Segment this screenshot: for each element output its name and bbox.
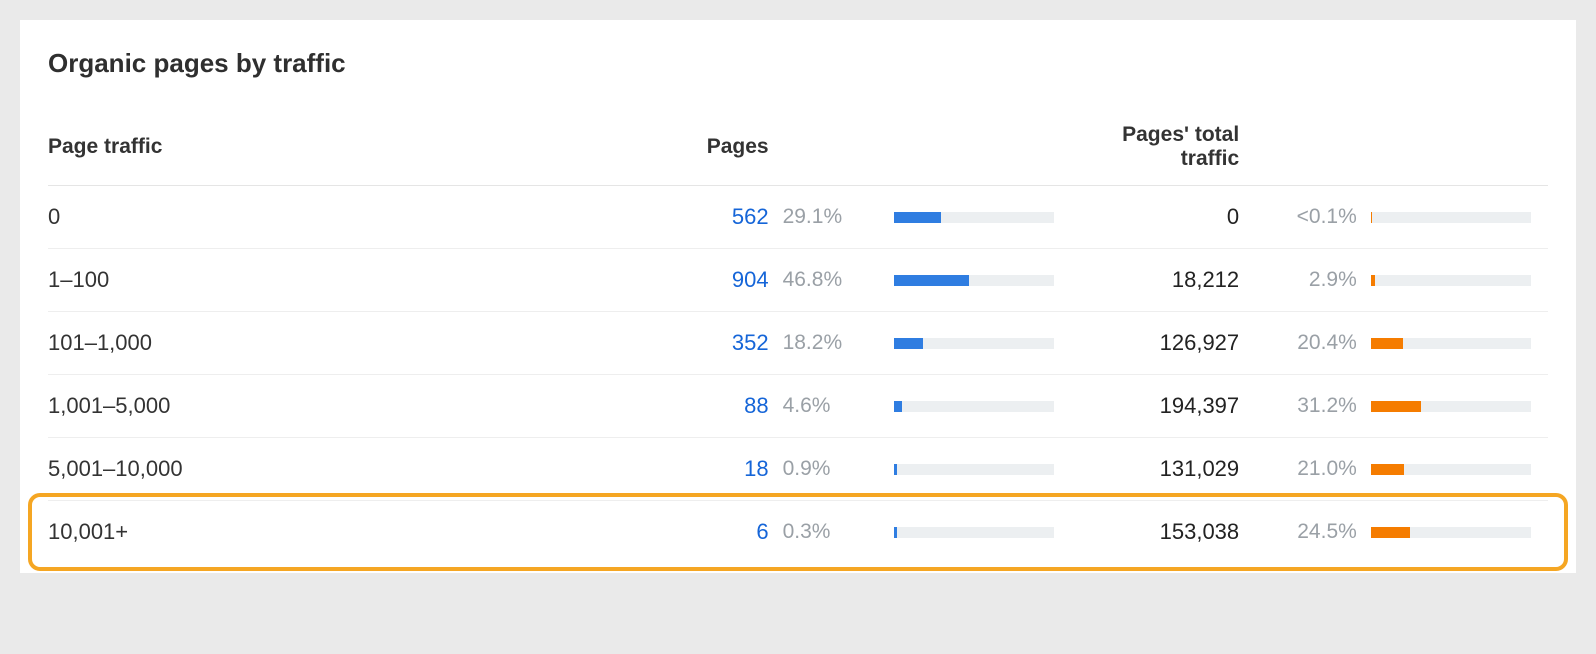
pages-bar-fill [894,464,897,475]
header-pages[interactable]: Pages [607,109,769,186]
traffic-percent: 20.4% [1297,331,1357,354]
header-traffic[interactable]: Pages' total traffic [1063,109,1239,186]
traffic-bar [1371,275,1531,286]
pages-bar [894,338,1054,349]
traffic-value: 131,029 [1160,456,1240,481]
table-row[interactable]: 10,001+ 6 0.3% 153,038 24.5% [48,501,1548,564]
pages-bar [894,401,1054,412]
table-header-row: Page traffic Pages Pages' total traffic [48,109,1548,186]
traffic-bar-fill [1371,275,1376,286]
pages-bar [894,212,1054,223]
organic-pages-table: Page traffic Pages Pages' total traffic … [48,109,1548,563]
pages-count-link[interactable]: 18 [744,456,768,481]
traffic-bar [1371,212,1531,223]
traffic-percent: 21.0% [1297,457,1357,480]
table-row[interactable]: 0 562 29.1% 0 <0.1% [48,186,1548,249]
pages-percent: 0.9% [783,457,831,480]
traffic-value: 194,397 [1160,393,1240,418]
traffic-value: 0 [1227,204,1239,229]
traffic-percent: 31.2% [1297,394,1357,417]
pages-bar [894,464,1054,475]
traffic-bar-fill [1371,527,1410,538]
traffic-bar-fill [1371,212,1372,223]
range-label: 0 [48,204,60,229]
pages-bar-fill [894,527,897,538]
pages-bar [894,527,1054,538]
traffic-bar [1371,401,1531,412]
range-label: 101–1,000 [48,330,152,355]
traffic-bar-fill [1371,338,1404,349]
traffic-value: 153,038 [1160,519,1240,544]
range-label: 1,001–5,000 [48,393,170,418]
range-label: 10,001+ [48,519,128,544]
traffic-bar-fill [1371,401,1421,412]
pages-percent: 29.1% [783,205,843,228]
traffic-bar-fill [1371,464,1405,475]
table-row[interactable]: 5,001–10,000 18 0.9% 131,029 21.0% [48,438,1548,501]
pages-count-link[interactable]: 562 [732,204,769,229]
pages-bar-fill [894,275,969,286]
pages-percent: 46.8% [783,268,843,291]
pages-count-link[interactable]: 88 [744,393,768,418]
traffic-bar [1371,464,1531,475]
pages-percent: 0.3% [783,520,831,543]
traffic-value: 126,927 [1160,330,1240,355]
traffic-percent: <0.1% [1297,205,1357,228]
traffic-bar [1371,338,1531,349]
header-page-traffic[interactable]: Page traffic [48,109,607,186]
table-row[interactable]: 1,001–5,000 88 4.6% 194,397 31.2% [48,375,1548,438]
range-label: 5,001–10,000 [48,456,183,481]
pages-count-link[interactable]: 904 [732,267,769,292]
pages-count-link[interactable]: 6 [756,519,768,544]
pages-bar-fill [894,212,941,223]
traffic-bar [1371,527,1531,538]
range-label: 1–100 [48,267,109,292]
panel-title: Organic pages by traffic [48,48,1548,79]
pages-percent: 4.6% [783,394,831,417]
pages-percent: 18.2% [783,331,843,354]
pages-bar-fill [894,401,901,412]
pages-count-link[interactable]: 352 [732,330,769,355]
traffic-value: 18,212 [1172,267,1239,292]
table-row[interactable]: 1–100 904 46.8% 18,212 2.9% [48,249,1548,312]
table-row[interactable]: 101–1,000 352 18.2% 126,927 20.4% [48,312,1548,375]
organic-pages-panel: Organic pages by traffic Page traffic Pa… [20,20,1576,573]
pages-bar-fill [894,338,923,349]
pages-bar [894,275,1054,286]
traffic-percent: 24.5% [1297,520,1357,543]
traffic-percent: 2.9% [1309,268,1357,291]
